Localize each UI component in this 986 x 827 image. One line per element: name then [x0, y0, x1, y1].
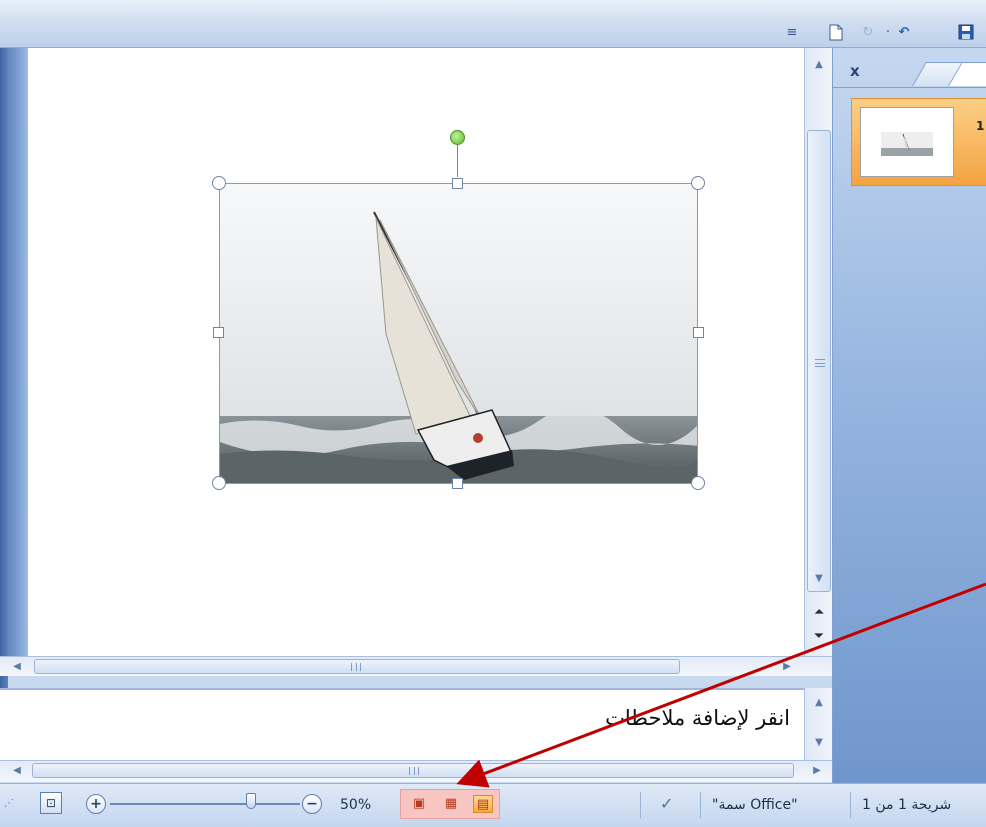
- resize-handle-top[interactable]: [452, 178, 463, 189]
- customize-toolbar-icon[interactable]: ≡: [782, 22, 802, 42]
- theme-name: "سمة Office": [712, 797, 798, 813]
- status-separator: [640, 792, 641, 818]
- notes-scroll-right-icon[interactable]: ▶: [810, 763, 824, 779]
- notes-scroll-left-icon[interactable]: ◀: [10, 763, 24, 779]
- slide-show-view-icon[interactable]: ▣: [409, 795, 429, 813]
- grip-icon: [409, 767, 419, 775]
- slide-counter: شريحة 1 من 1: [862, 797, 952, 813]
- notes-scroll-thumb[interactable]: [32, 763, 794, 778]
- grip-icon: [351, 663, 361, 671]
- zoom-out-button[interactable]: −: [302, 794, 322, 814]
- notes-vertical-scrollbar[interactable]: ▲ ▼: [804, 688, 832, 760]
- view-buttons: ▣ ▦ ▤: [400, 789, 500, 819]
- slide-number: 1: [976, 119, 985, 133]
- scroll-up-icon[interactable]: ▲: [811, 58, 827, 72]
- notes-scroll-down-icon[interactable]: ▼: [811, 736, 827, 750]
- quick-access-toolbar: ≡ ↻ · ↶: [0, 0, 986, 48]
- slide-sorter-view-icon[interactable]: ▦: [441, 795, 461, 813]
- close-panel-icon[interactable]: x: [850, 62, 860, 80]
- resize-handle-right[interactable]: [693, 327, 704, 338]
- sailboat-picture[interactable]: [219, 183, 698, 484]
- redo-icon[interactable]: ↻: [858, 22, 878, 42]
- zoom-slider-track[interactable]: [110, 803, 300, 805]
- zoom-slider-thumb[interactable]: [246, 793, 256, 809]
- fit-to-window-button[interactable]: ⊡: [40, 792, 62, 814]
- zoom-level[interactable]: 50%: [340, 797, 371, 813]
- resize-handle-left[interactable]: [213, 327, 224, 338]
- resize-handle-br[interactable]: [691, 476, 705, 490]
- status-bar: ⋰ ⊡ + − 50% ▣ ▦ ▤ ✓ "سمة Office" شريحة 1…: [0, 783, 986, 827]
- rotate-handle[interactable]: [450, 130, 465, 145]
- left-edge: [0, 48, 8, 728]
- notes-scroll-up-icon[interactable]: ▲: [811, 696, 827, 710]
- next-slide-icon[interactable]: ⏷: [811, 628, 827, 644]
- undo-icon[interactable]: ↶: [894, 22, 914, 42]
- slide-thumbnail-selected[interactable]: 1: [851, 98, 986, 186]
- vertical-scroll-thumb[interactable]: [807, 130, 831, 592]
- resize-handle-bottom[interactable]: [452, 478, 463, 489]
- slides-panel: x 1: [832, 48, 986, 783]
- slide-thumbnail[interactable]: [860, 107, 954, 177]
- status-separator: [700, 792, 701, 818]
- powerpoint-window: ≡ ↻ · ↶ ▲ ▼ ⏶ ⏷ ◀ ▶ انقر لإضافة ملاحظات …: [0, 0, 986, 827]
- resize-handle-tr[interactable]: [691, 176, 705, 190]
- resize-handle-tl[interactable]: [212, 176, 226, 190]
- slide-horizontal-scrollbar[interactable]: ◀ ▶: [0, 656, 832, 676]
- save-icon[interactable]: [956, 22, 976, 42]
- resize-handle-bl[interactable]: [212, 476, 226, 490]
- rotation-connector: [457, 145, 458, 177]
- horizontal-scroll-thumb[interactable]: [34, 659, 680, 674]
- scroll-right-icon[interactable]: ▶: [780, 659, 794, 675]
- scroll-left-icon[interactable]: ◀: [10, 659, 24, 675]
- notes-pane[interactable]: انقر لإضافة ملاحظات: [0, 688, 804, 760]
- resize-grip-icon[interactable]: ⋰: [4, 798, 14, 809]
- previous-slide-icon[interactable]: ⏶: [811, 604, 827, 620]
- slide-vertical-scrollbar[interactable]: ▲ ▼ ⏶ ⏷: [804, 48, 832, 656]
- notes-placeholder[interactable]: انقر لإضافة ملاحظات: [605, 706, 790, 730]
- spell-check-icon[interactable]: ✓: [660, 794, 682, 814]
- new-document-icon[interactable]: [826, 22, 846, 42]
- notes-horizontal-scrollbar[interactable]: ◀ ▶: [0, 760, 832, 782]
- grip-icon: [815, 359, 825, 367]
- status-separator: [850, 792, 851, 818]
- panel-tabs: x: [833, 58, 986, 88]
- zoom-in-button[interactable]: +: [86, 794, 106, 814]
- scroll-down-icon[interactable]: ▼: [811, 572, 827, 586]
- normal-view-icon[interactable]: ▤: [473, 795, 493, 813]
